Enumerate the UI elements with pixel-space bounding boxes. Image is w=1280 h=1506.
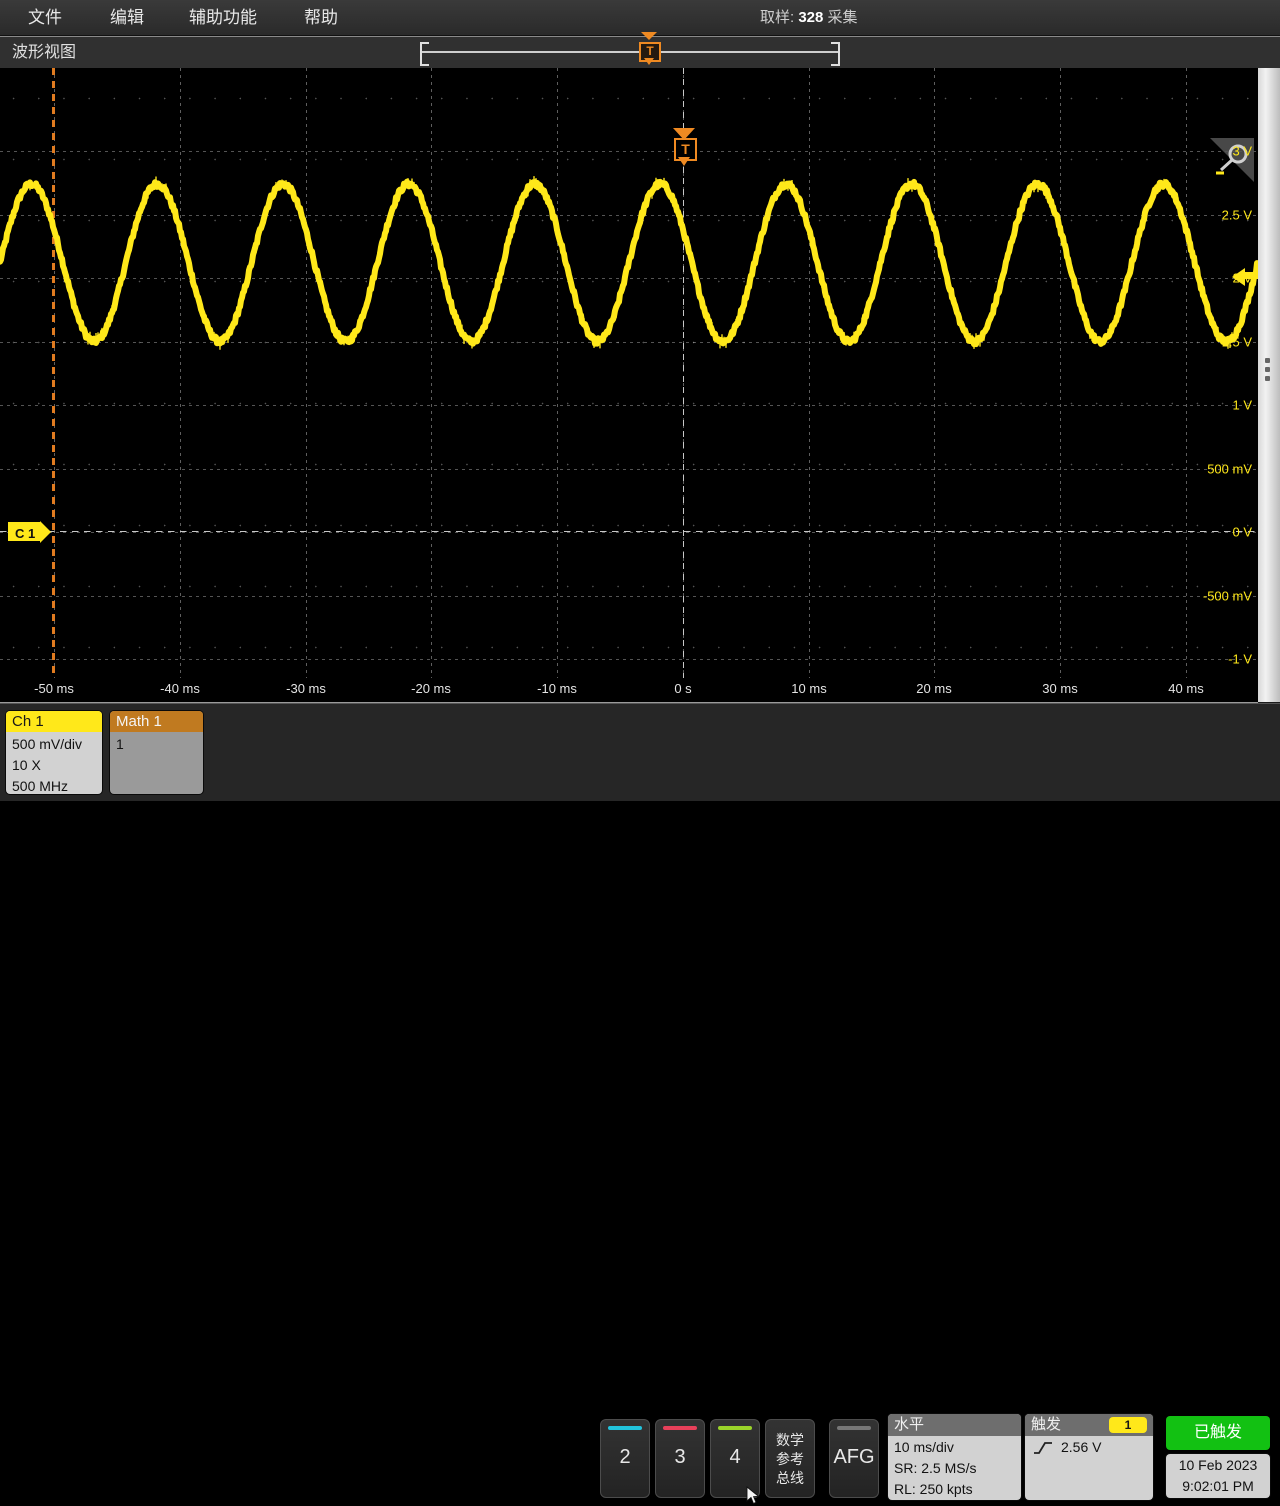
channel-button-label: 3 (674, 1446, 686, 1468)
channel-button-label: 2 (619, 1446, 631, 1468)
channel-color-bar (663, 1426, 697, 1430)
trigger-source-badge[interactable]: 1 (1109, 1417, 1147, 1433)
ch1-scale: 500 mV/div (12, 736, 83, 752)
channel-button-label: 4 (729, 1446, 741, 1468)
ch1-badge[interactable]: Ch 1 500 mV/div 10 X 500 MHz (6, 711, 102, 794)
overview-trigger-marker[interactable]: T (637, 32, 661, 65)
oscilloscope-app: 文件 编辑 辅助功能 帮助 取样: 328 采集 波形视图 T 3 V 2.5 … (0, 0, 1280, 1505)
y-axis-tick-label: 0 V (1232, 524, 1252, 540)
overview-range-bracket[interactable] (420, 42, 840, 66)
vertical-scrollbar[interactable] (1258, 68, 1280, 702)
y-axis-tick-label: 2.5 V (1221, 207, 1252, 223)
x-axis-tick-label: 0 s (674, 681, 692, 696)
trigger-level-marker[interactable] (1232, 264, 1258, 290)
y-axis-tick-label: -500 mV (1202, 588, 1252, 604)
x-axis-tick-label: -50 ms (34, 681, 74, 696)
horizontal-record-length: RL: 250 kpts (894, 1481, 973, 1497)
waveform-plot[interactable]: 3 V 2.5 V2 V 1.5 V1 V 500 mV 0 V -500 mV -1 V … (0, 68, 1258, 678)
overview-left-cap[interactable] (420, 42, 429, 66)
datetime-box: 10 Feb 2023 9:02:01 PM (1166, 1454, 1270, 1498)
overview-trigger-arrow-icon (641, 32, 657, 40)
horizontal-scale: 10 ms/div (894, 1439, 954, 1455)
zoom-icon[interactable] (1206, 134, 1258, 186)
menu-bar: 文件 编辑 辅助功能 帮助 取样: 328 采集 (0, 0, 1280, 36)
ch1-ground-marker[interactable]: C 1 (8, 520, 52, 543)
x-axis-tick-label: -20 ms (411, 681, 451, 696)
acquisition-status: 取样: 328 采集 (760, 0, 858, 35)
x-axis-tick-label: -40 ms (160, 681, 200, 696)
trigger-title: 触发 (1031, 1416, 1062, 1433)
ch1-waveform-trace (0, 176, 1258, 350)
horizontal-title: 水平 (888, 1414, 1021, 1436)
x-axis-tick-label: -30 ms (286, 681, 326, 696)
overview-right-cap[interactable] (831, 42, 840, 66)
channel-button-2[interactable]: 2 (600, 1419, 650, 1498)
ch1-ground-marker-point-icon (40, 520, 52, 543)
channel-button-3[interactable]: 3 (655, 1419, 705, 1498)
acquisition-prefix: 取样: (760, 9, 795, 26)
ch1-probe: 10 X (12, 757, 41, 773)
overview-bar (420, 51, 840, 53)
menu-item-file[interactable]: 文件 (22, 0, 68, 35)
math1-expression: 1 (116, 736, 124, 752)
rising-edge-icon (1034, 1441, 1052, 1454)
mouse-pointer-icon (746, 1486, 760, 1505)
channel-color-bar (718, 1426, 752, 1430)
channel-button-label: 数学 参考 总线 (776, 1432, 804, 1486)
drag-grip-icon[interactable] (1265, 358, 1270, 383)
channel-button-afg[interactable]: AFG (829, 1419, 879, 1498)
horizontal-panel[interactable]: 水平 10 ms/div SR: 2.5 MS/s RL: 250 kpts (888, 1414, 1021, 1500)
channel-color-bar (837, 1426, 871, 1430)
menu-item-help[interactable]: 帮助 (298, 0, 344, 35)
trigger-stem-icon (678, 157, 690, 166)
time-label: 9:02:01 PM (1182, 1478, 1254, 1494)
date-label: 10 Feb 2023 (1178, 1457, 1258, 1473)
channel-button-math-ref-bus[interactable]: 数学 参考 总线 (765, 1419, 815, 1498)
x-axis-tick-label: -10 ms (537, 681, 577, 696)
ch1-bandwidth: 500 MHz (12, 778, 69, 794)
trigger-panel[interactable]: 触发 1 2.56 V (1025, 1414, 1153, 1500)
y-axis-tick-label: -1 V (1228, 651, 1252, 667)
trigger-level-tail-icon (1244, 272, 1258, 279)
menu-item-utility[interactable]: 辅助功能 (183, 0, 263, 35)
x-axis-labels: -50 ms -40 ms -30 ms -20 ms -10 ms 0 s 10 ms 20… (0, 678, 1258, 703)
horizontal-sample-rate: SR: 2.5 MS/s (894, 1460, 977, 1476)
trigger-state-badge[interactable]: 已触发 (1166, 1416, 1270, 1450)
waveform-view-title: 波形视图 (12, 44, 77, 61)
acquisition-suffix: 采集 (827, 9, 858, 26)
menu-item-edit[interactable]: 编辑 (104, 0, 150, 35)
ch1-badge-title: Ch 1 (6, 711, 102, 732)
trigger-level-row: 2.56 V (1031, 1437, 1147, 1458)
trigger-title-bar: 触发 1 (1025, 1414, 1153, 1436)
channel-button-label: AFG (833, 1446, 875, 1468)
ch1-ground-marker-label: C 1 (8, 522, 41, 541)
trigger-position-marker[interactable]: T (671, 128, 697, 170)
x-axis-tick-label: 40 ms (1168, 681, 1204, 696)
y-axis-tick-label: 3 V (1232, 143, 1252, 159)
acquisition-count: 328 (798, 9, 824, 26)
x-axis-tick-label: 20 ms (916, 681, 952, 696)
y-axis-tick-label: 1.5 V (1221, 334, 1252, 350)
trigger-level: 2.56 V (1061, 1439, 1102, 1455)
overview-trigger-stem-icon (644, 58, 654, 65)
x-axis-tick-label: 10 ms (791, 681, 827, 696)
channel-color-bar (608, 1426, 642, 1430)
y-axis-tick-label: 500 mV (1207, 461, 1252, 477)
bottom-toolbar: Ch 1 500 mV/div 10 X 500 MHz Math 1 1 2 3… (0, 703, 1280, 1505)
y-axis-tick-label: 1 V (1232, 397, 1252, 413)
math1-badge[interactable]: Math 1 1 (110, 711, 203, 794)
x-axis-tick-label: 30 ms (1042, 681, 1078, 696)
math1-badge-title: Math 1 (110, 711, 203, 732)
